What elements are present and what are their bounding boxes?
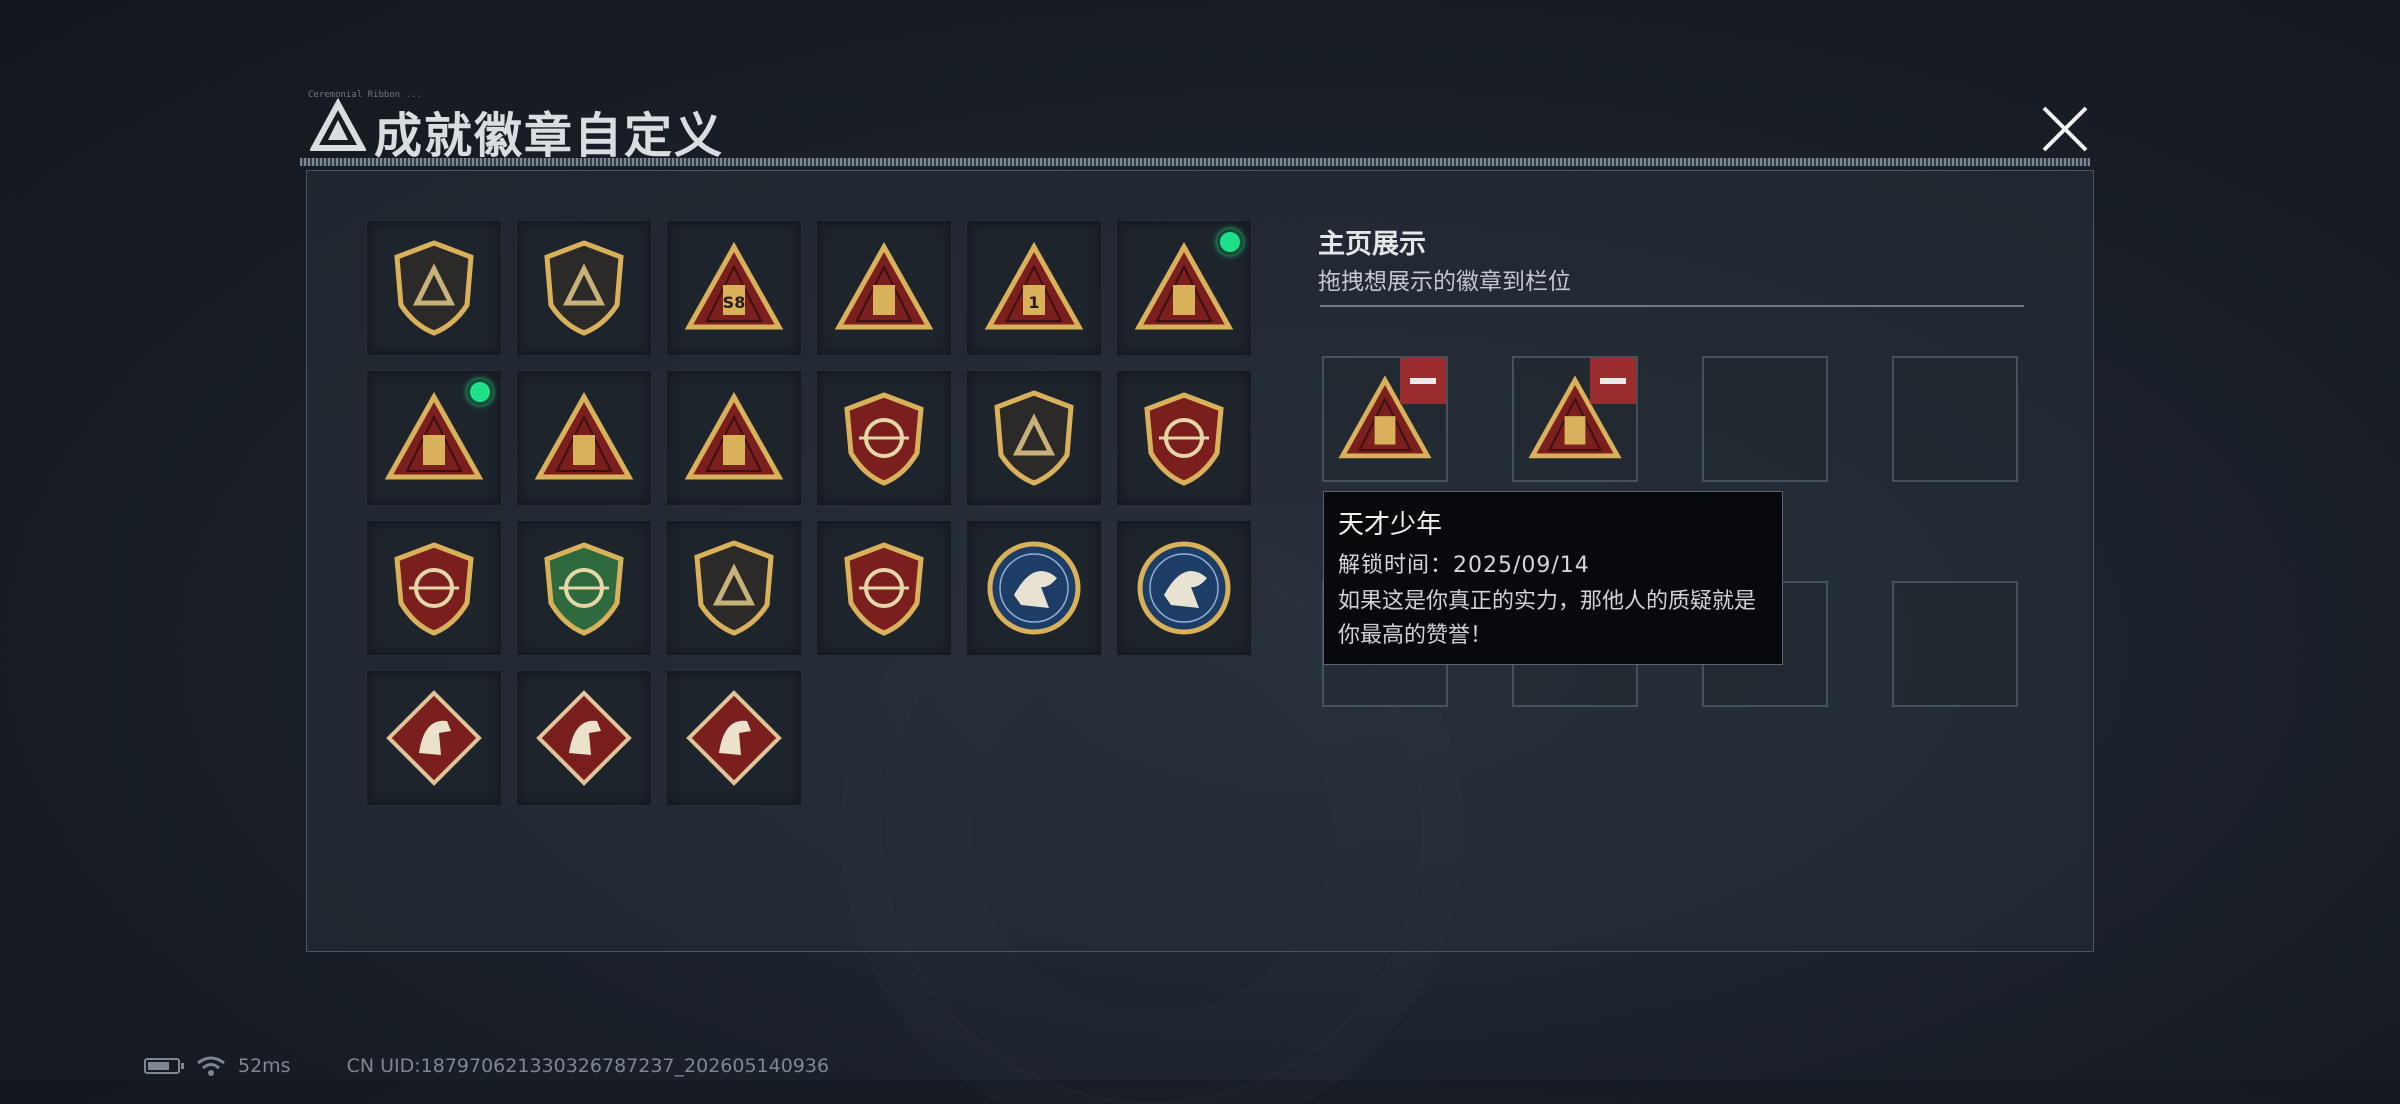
green-rifle-crest-badge-icon bbox=[544, 542, 624, 636]
remove-badge-button[interactable] bbox=[1400, 358, 1446, 404]
tooltip-unlock-time: 解锁时间：2025/09/14 bbox=[1338, 553, 1590, 578]
eagle-round-badge-icon bbox=[987, 541, 1081, 635]
badge-cell[interactable] bbox=[666, 520, 802, 656]
badge-cell[interactable] bbox=[366, 370, 502, 506]
number-one-triangle-badge-icon: 1 bbox=[984, 241, 1084, 330]
badge-cell[interactable] bbox=[516, 370, 652, 506]
horse-diamond-badge-icon bbox=[386, 690, 482, 786]
badge-cell[interactable]: 1 bbox=[966, 220, 1102, 356]
badge-cell[interactable] bbox=[366, 220, 502, 356]
battery-icon bbox=[144, 1058, 184, 1074]
close-icon[interactable] bbox=[2034, 98, 2096, 160]
bronze-rifle-shield-badge-icon bbox=[694, 540, 774, 636]
badge-cell[interactable] bbox=[1116, 220, 1252, 356]
tooltip-description: 如果这是你真正的实力，那他人的质疑就是你最高的赞誉！ bbox=[1338, 589, 1757, 648]
showcase-divider bbox=[1320, 305, 2024, 307]
showcase-slot-filled[interactable] bbox=[1512, 356, 1638, 482]
showcase-subtitle: 拖拽想展示的徽章到栏位 bbox=[1318, 269, 1571, 295]
game-logo-icon bbox=[310, 98, 366, 151]
winged-shield-ribbon-badge-icon bbox=[1144, 392, 1224, 486]
title-bar: Ceremonial Ribbon ... 成就徽章自定义 bbox=[296, 90, 2096, 168]
svg-text:S8: S8 bbox=[723, 293, 746, 312]
badge-cell[interactable] bbox=[1116, 520, 1252, 656]
title-divider bbox=[300, 158, 2090, 166]
badge-cell[interactable] bbox=[516, 670, 652, 806]
chevron-shield-badge-icon bbox=[994, 390, 1074, 486]
red-gem-crest-badge-icon bbox=[394, 542, 474, 636]
triangle-logo-shield-badge-icon bbox=[394, 240, 474, 336]
minus-icon bbox=[1410, 378, 1436, 384]
badge-cell[interactable] bbox=[516, 520, 652, 656]
horse-diamond-badge-2-icon bbox=[536, 690, 632, 786]
crossed-weapons-crest-badge-icon bbox=[844, 542, 924, 636]
badge-cell[interactable] bbox=[816, 370, 952, 506]
remove-badge-button[interactable] bbox=[1590, 358, 1636, 404]
wolf-round-badge-icon bbox=[1137, 541, 1231, 635]
badge-tooltip: 天才少年 解锁时间：2025/09/14 如果这是你真正的实力，那他人的质疑就是… bbox=[1323, 491, 1783, 665]
badge-cell[interactable] bbox=[816, 520, 952, 656]
badge-cell[interactable] bbox=[666, 670, 802, 806]
s8-triangle-badge-icon: S8 bbox=[684, 241, 784, 330]
ship-triangle-badge-icon bbox=[834, 241, 934, 330]
uid-text: CN UID:18797062133032678723​7_2026051409… bbox=[346, 1055, 830, 1077]
page-title: 成就徽章自定义 bbox=[374, 108, 725, 164]
badge-cell[interactable]: S8 bbox=[666, 220, 802, 356]
svg-text:1: 1 bbox=[1028, 293, 1039, 312]
badge-cell[interactable] bbox=[816, 220, 952, 356]
badge-cell[interactable] bbox=[666, 370, 802, 506]
tools-diamond-badge-icon bbox=[686, 690, 782, 786]
showcase-slot-empty[interactable] bbox=[1702, 356, 1828, 482]
showcase-title: 主页展示 bbox=[1318, 229, 1426, 260]
badge-cell[interactable] bbox=[366, 670, 502, 806]
rocket-triangle-badge-icon bbox=[684, 391, 784, 480]
badge-cell[interactable] bbox=[1116, 370, 1252, 506]
helicopter-shield-badge-icon bbox=[544, 240, 624, 336]
soldiers-triangle-badge-icon bbox=[534, 391, 634, 480]
badge-cell[interactable] bbox=[966, 370, 1102, 506]
status-bar: 52ms CN UID:18797062133032678723​7_20260… bbox=[144, 1052, 829, 1080]
badge-cell[interactable] bbox=[366, 520, 502, 656]
tooltip-title: 天才少年 bbox=[1338, 510, 1443, 540]
minus-icon bbox=[1600, 378, 1626, 384]
badge-cell[interactable] bbox=[966, 520, 1102, 656]
showcase-slot-filled[interactable] bbox=[1322, 356, 1448, 482]
equipped-indicator-dot bbox=[467, 379, 493, 405]
ping-text: 52ms bbox=[238, 1055, 291, 1077]
badge-cell[interactable] bbox=[516, 220, 652, 356]
showcase-slot-empty[interactable] bbox=[1892, 356, 2018, 482]
wifi-icon bbox=[197, 1056, 225, 1076]
star-medal-badge-icon bbox=[844, 392, 924, 486]
equipped-indicator-dot bbox=[1217, 229, 1243, 255]
showcase-slot-empty[interactable] bbox=[1892, 581, 2018, 707]
